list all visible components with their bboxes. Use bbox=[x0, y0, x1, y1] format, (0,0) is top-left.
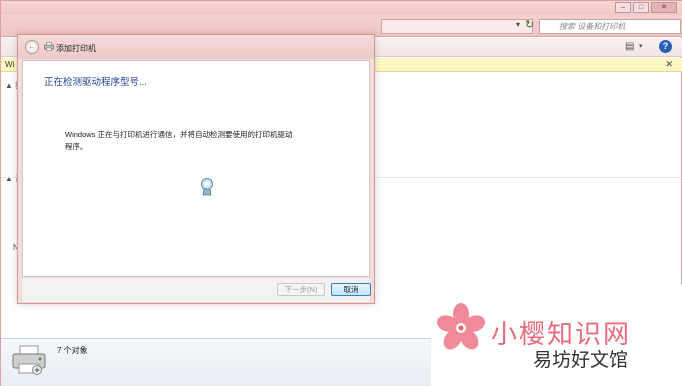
printer-icon bbox=[44, 42, 54, 51]
dialog-content: 正在检测驱动程序型号... Windows 正在与打印机进行通信，并将自动检测要… bbox=[22, 60, 370, 277]
info-bar-close-icon[interactable]: ✕ bbox=[665, 59, 673, 70]
help-icon[interactable]: ? bbox=[659, 40, 672, 53]
minimize-button[interactable]: – bbox=[615, 2, 631, 13]
watermark-subtitle: 易坊好文馆 bbox=[533, 349, 629, 371]
next-button[interactable]: 下一步(N) bbox=[277, 283, 325, 296]
status-object-count: 7 个对象 bbox=[57, 346, 88, 355]
sakura-logo-icon bbox=[436, 303, 486, 350]
busy-spinner-icon bbox=[201, 178, 213, 196]
search-placeholder: 搜索 设备和打印机 bbox=[559, 22, 626, 31]
dialog-title-bar: ← 添加打印机 bbox=[18, 35, 374, 59]
refresh-icon[interactable]: ↻ bbox=[525, 18, 534, 31]
window-controls: – □ ✕ bbox=[615, 2, 677, 13]
dialog-description: Windows 正在与打印机进行通信，并将自动检测要使用的打印机驱动程序。 bbox=[65, 130, 293, 151]
watermark: 小樱知识网 易坊好文馆 bbox=[431, 284, 682, 386]
info-bar-text: Wi bbox=[5, 60, 15, 69]
view-dropdown-icon[interactable]: ▾ bbox=[639, 42, 643, 50]
address-dropdown-icon[interactable]: ▾ bbox=[516, 20, 520, 29]
cancel-button[interactable]: 取消 bbox=[331, 283, 371, 296]
maximize-button[interactable]: □ bbox=[633, 2, 649, 13]
close-button[interactable]: ✕ bbox=[651, 2, 677, 13]
dialog-title: 添加打印机 bbox=[56, 44, 96, 53]
address-bar[interactable] bbox=[381, 19, 533, 34]
back-arrow-icon[interactable]: ← bbox=[25, 40, 39, 54]
view-options-icon[interactable]: ▤ bbox=[625, 41, 634, 52]
printer-large-icon bbox=[12, 345, 46, 375]
dialog-heading: 正在检测驱动程序型号... bbox=[44, 77, 147, 88]
add-printer-dialog: ← 添加打印机 正在检测驱动程序型号... Windows 正在与打印机进行通信… bbox=[17, 34, 375, 304]
explorer-title-bar: – □ ✕ bbox=[1, 1, 682, 15]
dialog-footer: 下一步(N) 取消 bbox=[22, 278, 371, 302]
